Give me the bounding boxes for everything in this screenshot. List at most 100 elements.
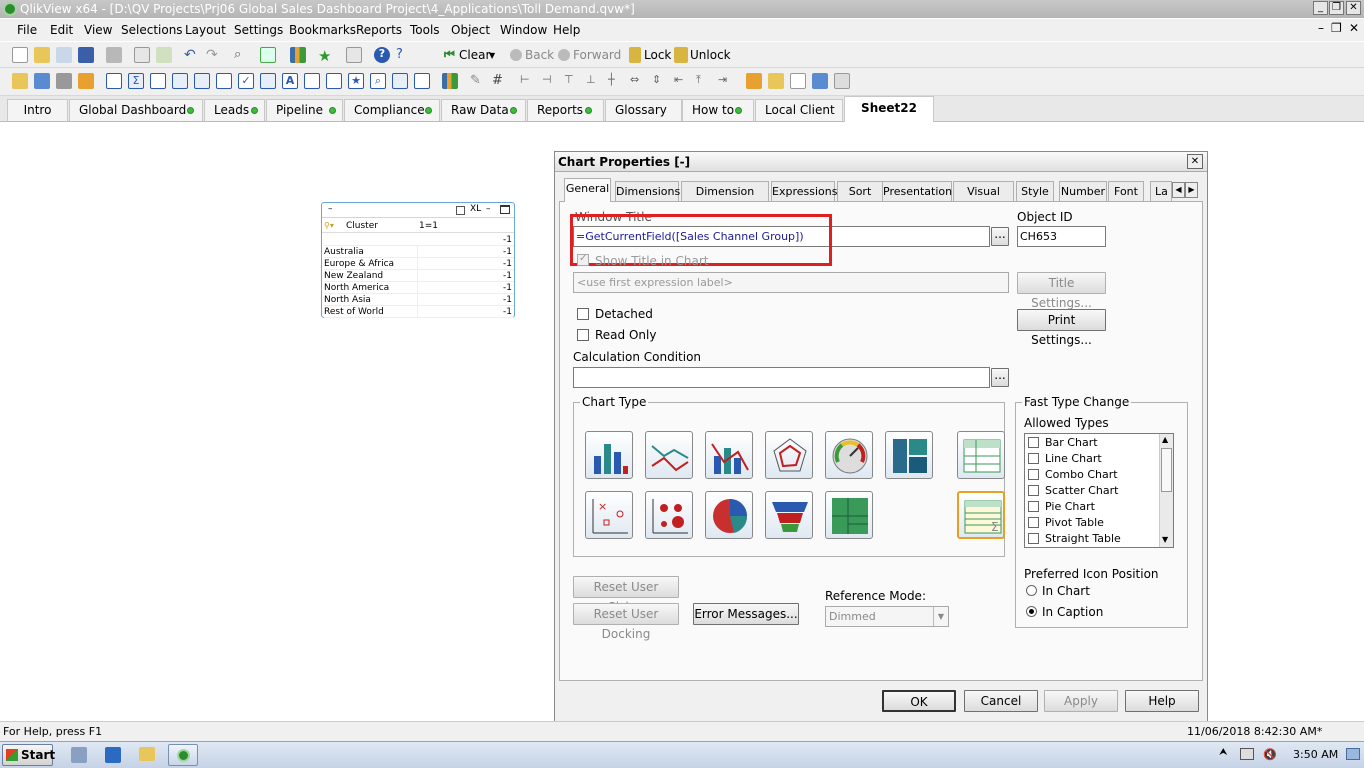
menu-help[interactable]: Help <box>553 23 580 37</box>
search-icon[interactable]: ⌕ <box>234 47 250 63</box>
tab-raw-data[interactable]: Raw Data <box>441 99 526 121</box>
chart-icon[interactable] <box>194 73 210 89</box>
tab-layout[interactable]: La <box>1150 181 1172 201</box>
forward-icon[interactable] <box>558 49 570 61</box>
menu-object[interactable]: Object <box>451 23 490 37</box>
table-row[interactable]: New Zealand -1 <box>324 270 514 282</box>
clear-dropdown-icon[interactable]: ▼ <box>489 51 495 60</box>
powershell-icon[interactable] <box>105 747 121 763</box>
tab-compliance[interactable]: Compliance <box>344 99 440 121</box>
table-row[interactable]: North Asia -1 <box>324 294 514 306</box>
open-icon[interactable] <box>34 47 50 63</box>
calculation-condition-expression-button[interactable]: ... <box>991 368 1009 387</box>
print-icon[interactable] <box>106 47 122 63</box>
pie-chart-icon[interactable] <box>705 491 753 539</box>
align-center-icon[interactable]: ⊣ <box>542 73 558 89</box>
table-viewer-icon[interactable] <box>812 73 828 89</box>
tab-local-client[interactable]: Local Client <box>755 99 843 121</box>
reload-data-icon[interactable] <box>156 47 172 63</box>
bar-chart-icon[interactable] <box>585 431 633 479</box>
menu-view[interactable]: View <box>84 23 112 37</box>
tab-scroll-right-icon[interactable]: ▶ <box>1185 182 1198 198</box>
radar-chart-icon[interactable] <box>765 431 813 479</box>
mdi-minimize-icon[interactable]: – <box>1318 21 1324 35</box>
current-selections-icon[interactable] <box>260 47 276 63</box>
title-text-input[interactable]: <use first expression label> <box>573 272 1009 293</box>
menu-file[interactable]: File <box>17 23 37 37</box>
line-chart-icon[interactable] <box>645 431 693 479</box>
save-icon[interactable] <box>78 47 94 63</box>
edit-module-icon[interactable] <box>346 47 362 63</box>
scatter-chart-checkbox[interactable] <box>1028 485 1039 496</box>
title-settings-button[interactable]: Title Settings... <box>1017 272 1106 310</box>
mdi-close-icon[interactable]: ✕ <box>1349 21 1359 35</box>
forward-button[interactable]: Forward <box>573 48 621 62</box>
close-icon[interactable]: ✕ <box>1346 1 1361 15</box>
reference-mode-select[interactable]: Dimmed ▼ <box>825 606 949 627</box>
server-manager-icon[interactable] <box>71 747 87 763</box>
volume-muted-icon[interactable]: 🔇 <box>1263 748 1277 761</box>
bar-chart-checkbox[interactable] <box>1028 437 1039 448</box>
table-row[interactable]: Rest of World -1 <box>324 306 514 318</box>
explorer-icon[interactable] <box>139 747 155 761</box>
container-icon[interactable] <box>392 73 408 89</box>
pivot-table-checkbox[interactable] <box>1028 517 1039 528</box>
table-row[interactable]: North America -1 <box>324 282 514 294</box>
align-bottom-icon[interactable]: ⊥ <box>586 73 602 89</box>
tab-style[interactable]: Style <box>1016 181 1054 201</box>
scroll-up-icon[interactable]: ▲ <box>1162 435 1168 444</box>
add-bookmark-icon[interactable]: ★ <box>318 47 334 65</box>
qlikview-taskbar-button[interactable] <box>168 744 198 766</box>
in-caption-radio[interactable] <box>1026 606 1037 617</box>
grid-icon[interactable]: # <box>492 73 508 89</box>
align-right-icon[interactable]: ⊤ <box>564 73 580 89</box>
tab-global-dashboard[interactable]: Global Dashboard <box>69 99 203 121</box>
listbox-icon[interactable] <box>106 73 122 89</box>
menu-window[interactable]: Window <box>500 23 547 37</box>
straight-table-checkbox[interactable] <box>1028 533 1039 544</box>
ok-button[interactable]: OK <box>882 690 956 712</box>
quick-chart-icon[interactable] <box>442 73 458 89</box>
scatter-chart-icon[interactable]: × <box>585 491 633 539</box>
grid-chart-icon[interactable] <box>645 491 693 539</box>
tab-dimension-limits[interactable]: Dimension Limits <box>681 181 769 217</box>
mdi-restore-icon[interactable]: ❐ <box>1331 21 1342 35</box>
tab-how-to[interactable]: How to <box>682 99 754 121</box>
help-icon[interactable]: ? <box>374 47 390 63</box>
cluster-table-box[interactable]: – XL – ⚲▾ Cluster 1=1 -1 Australia -1 Eur… <box>321 202 515 318</box>
back-button[interactable]: Back <box>525 48 554 62</box>
tab-leads[interactable]: Leads <box>204 99 265 121</box>
multi-box-icon[interactable] <box>150 73 166 89</box>
in-chart-radio[interactable] <box>1026 585 1037 596</box>
minimize-icon[interactable]: – <box>486 204 491 214</box>
reload-icon[interactable] <box>56 47 72 63</box>
tab-sheet22[interactable]: Sheet22 <box>844 96 934 122</box>
caption-minimize-icon[interactable]: – <box>328 204 333 214</box>
tab-pipeline[interactable]: Pipeline <box>266 99 343 121</box>
sheet-properties-icon[interactable] <box>78 73 94 89</box>
tab-presentation[interactable]: Presentation <box>882 181 952 201</box>
context-help-icon[interactable]: ? <box>396 47 412 63</box>
show-title-checkbox[interactable]: ✓ <box>577 253 589 266</box>
bookmark-object-icon[interactable]: ★ <box>348 73 364 89</box>
table-row[interactable]: Australia -1 <box>324 246 514 258</box>
input-box-icon[interactable] <box>216 73 232 89</box>
network-icon[interactable] <box>1240 748 1254 760</box>
block-chart-icon[interactable] <box>825 491 873 539</box>
clear-button[interactable]: Clear <box>459 48 490 62</box>
menu-edit[interactable]: Edit <box>50 23 73 37</box>
adjust-right-icon[interactable]: ⇥ <box>718 73 734 89</box>
back-icon[interactable] <box>510 49 522 61</box>
chart-wizard-icon[interactable] <box>290 47 306 63</box>
help-button[interactable]: Help <box>1125 690 1199 712</box>
gauge-chart-icon[interactable] <box>825 431 873 479</box>
text-object-icon[interactable]: A <box>282 73 298 89</box>
read-only-checkbox[interactable] <box>577 329 589 341</box>
tab-intro[interactable]: Intro <box>7 99 68 121</box>
align-left-icon[interactable]: ⊢ <box>520 73 536 89</box>
minimize-icon[interactable]: _ <box>1313 1 1328 15</box>
center-horizontal-icon[interactable]: ┼ <box>608 73 624 89</box>
current-selections-box-icon[interactable]: ✓ <box>238 73 254 89</box>
menu-selections[interactable]: Selections <box>121 23 183 37</box>
table-row[interactable]: Europe & Africa -1 <box>324 258 514 270</box>
